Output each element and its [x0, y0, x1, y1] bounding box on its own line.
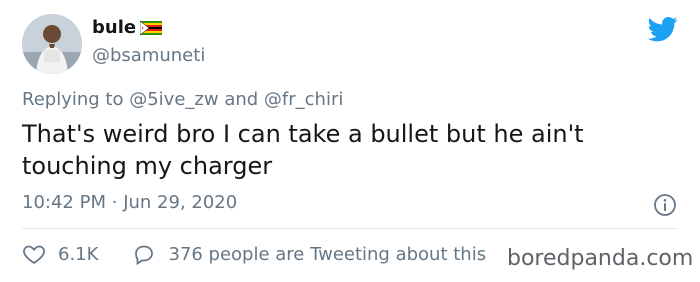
tweet-timestamp[interactable]: 10:42 PM · Jun 29, 2020 — [22, 192, 237, 213]
replying-to-line: Replying to @5ive_zw and @fr_chiri — [22, 89, 343, 110]
twitter-bird-icon[interactable] — [648, 14, 678, 44]
tweet-time: 10:42 PM — [22, 192, 106, 213]
tweet-text: That's weird bro I can take a bullet but… — [22, 120, 584, 180]
replying-to-conjunction: and — [224, 89, 259, 110]
user-handle[interactable]: @bsamuneti — [92, 45, 205, 66]
name-row: bule — [92, 17, 163, 38]
display-name[interactable]: bule — [92, 17, 136, 38]
tweeting-about-text: 376 people are Tweeting about this — [168, 243, 487, 265]
mention-link-fr-chiri[interactable]: @fr_chiri — [264, 89, 343, 110]
like-count: 6.1K — [58, 243, 99, 265]
info-icon[interactable] — [653, 193, 677, 217]
divider — [22, 228, 678, 229]
timestamp-separator: · — [111, 192, 118, 213]
avatar[interactable] — [22, 14, 82, 74]
like-button[interactable]: 6.1K — [22, 242, 98, 266]
heart-icon — [23, 245, 45, 265]
speech-bubble-icon — [135, 245, 154, 266]
zimbabwe-flag-icon — [140, 20, 163, 35]
tweet-actions: 6.1K 376 people are Tweeting about this — [22, 242, 486, 266]
tweeting-about-link[interactable]: 376 people are Tweeting about this — [132, 242, 486, 266]
tweet-date: Jun 29, 2020 — [123, 192, 238, 213]
mention-link-5ive-zw[interactable]: @5ive_zw — [129, 89, 218, 110]
avatar-photo-icon — [22, 14, 82, 74]
watermark: boredpanda.com — [507, 246, 694, 271]
tweet-card: bule @bsamuneti Replying to @5ive_zw and… — [0, 0, 700, 282]
replying-to-label: Replying to — [22, 89, 124, 110]
